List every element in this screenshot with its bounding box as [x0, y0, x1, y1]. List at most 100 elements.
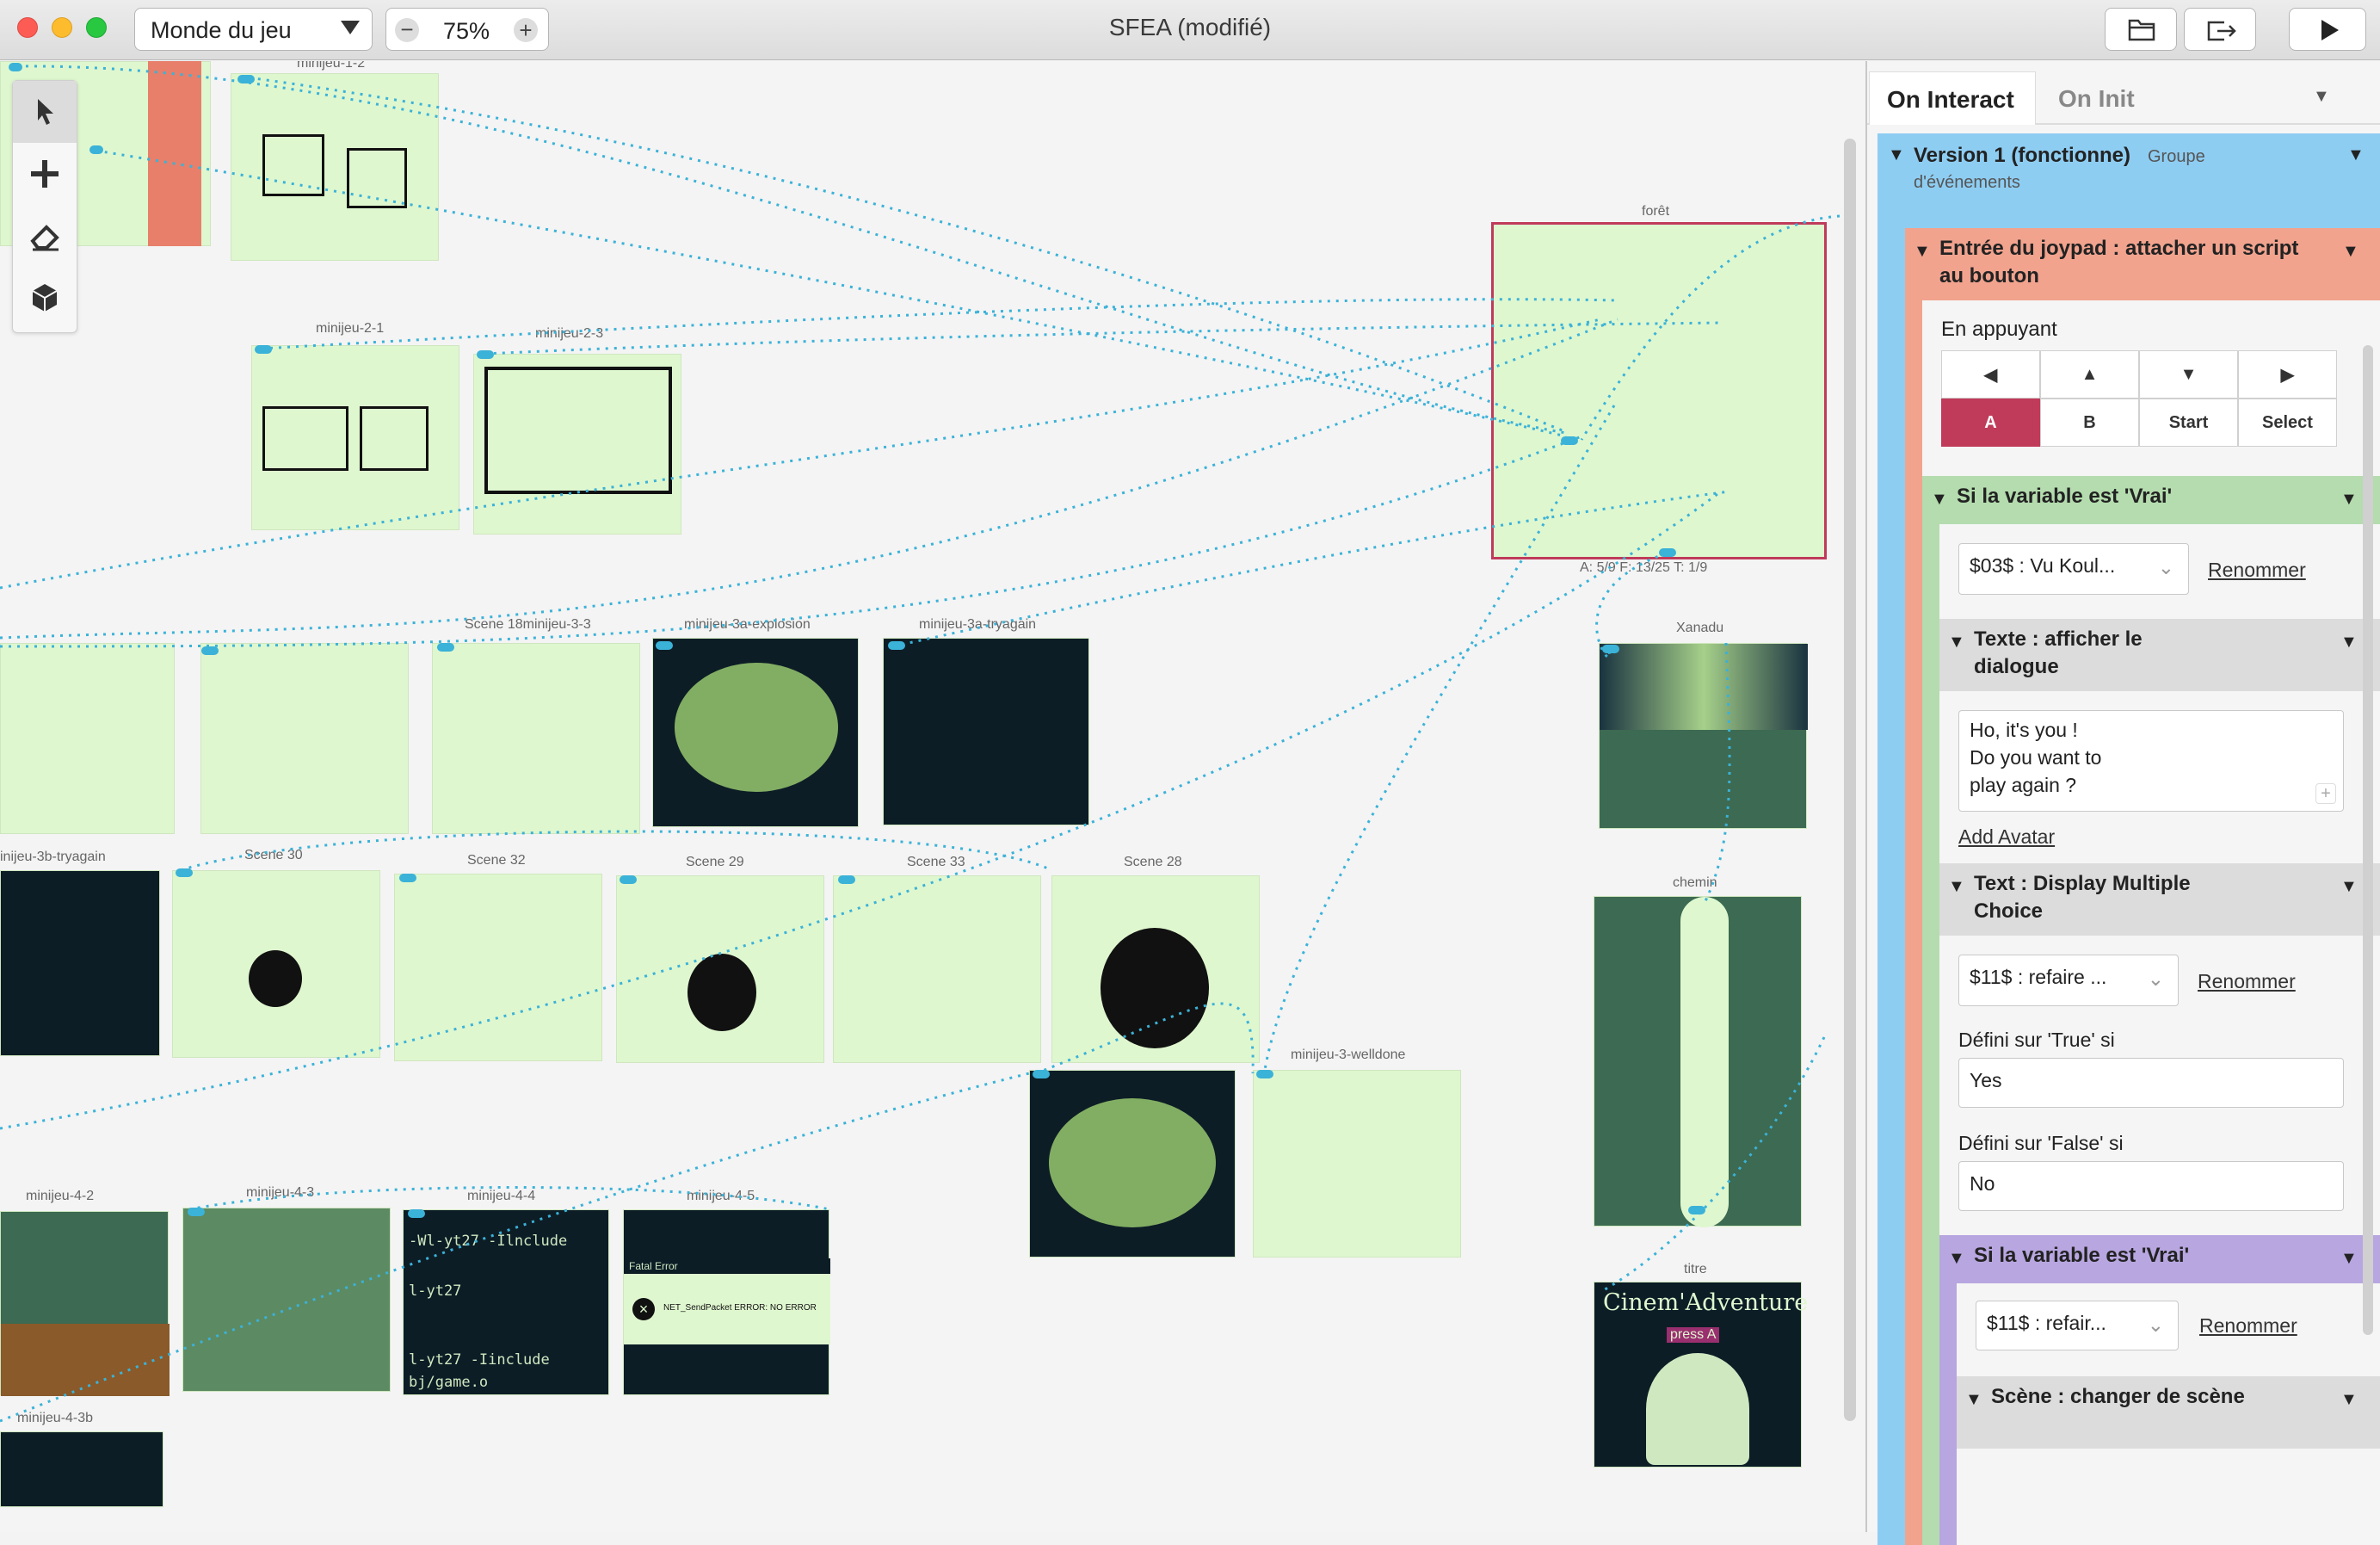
- title-bar: Monde du jeu − 75% + SFEA (modifié): [0, 0, 2380, 60]
- scene-minijeu-2-1[interactable]: [251, 345, 459, 530]
- if2-variable-select[interactable]: $11$ : refair... ⌄: [1976, 1301, 2179, 1350]
- select-tool-button[interactable]: [13, 81, 77, 143]
- cube-icon: [32, 284, 58, 312]
- joypad-left-button[interactable]: ◀: [1941, 350, 2040, 399]
- dialogue-body: Ho, it's you ! Do you want to play again…: [1939, 691, 2380, 1545]
- scene-label: Scene 28: [1124, 855, 1182, 869]
- joypad-a-button[interactable]: A: [1941, 399, 2040, 447]
- true-option-input[interactable]: Yes: [1958, 1058, 2344, 1108]
- if2-collapse-icon[interactable]: ▼: [1948, 1249, 1965, 1269]
- script-editor-panel: On Interact On Init ▼ ▼ Version 1 (fonct…: [1865, 61, 2380, 1545]
- dialogue-collapse-icon[interactable]: ▼: [1948, 633, 1965, 652]
- error-message: NET_SendPacket ERROR: NO ERROR: [663, 1303, 817, 1313]
- joypad-label: En appuyant: [1941, 318, 2057, 341]
- if-variable-event: ▼ Si la variable est 'Vrai' ▼ $03$ : Vu …: [1922, 476, 2380, 1545]
- cursor-icon: [38, 99, 53, 125]
- rename-variable-link[interactable]: Renommer: [2208, 559, 2306, 582]
- tabs-menu-icon[interactable]: ▼: [2313, 87, 2330, 107]
- scene-label: Scene 33: [907, 855, 965, 869]
- scene-titre[interactable]: Cinem'Adventure press A: [1594, 1282, 1808, 1468]
- group-subtitle: Groupe: [2148, 147, 2205, 166]
- if-menu-icon[interactable]: ▼: [2340, 490, 2358, 510]
- scene-label: Scene 18minijeu-3-3: [465, 617, 591, 632]
- rename-if2-variable-link[interactable]: Renommer: [2199, 1314, 2297, 1338]
- scene-change-menu-icon[interactable]: ▼: [2340, 1390, 2358, 1410]
- dialogue-menu-icon[interactable]: ▼: [2340, 633, 2358, 652]
- scene-minijeu-4-4[interactable]: -Wl-yt27 -Ilnclude l-yt27 l-yt27 -Iinclu…: [403, 1209, 609, 1395]
- rename-choice-variable-link[interactable]: Renommer: [2198, 970, 2296, 993]
- event-group: ▼ Version 1 (fonctionne) Groupe d'événem…: [1877, 133, 2380, 1545]
- scene-minijeu-3a-tryagain[interactable]: [883, 638, 1089, 825]
- if2-menu-icon[interactable]: ▼: [2340, 1249, 2358, 1269]
- eraser-tool-button[interactable]: [13, 205, 77, 267]
- scene-label: minijeu-4-3b: [17, 1411, 94, 1425]
- joypad-b-button[interactable]: B: [2040, 399, 2139, 447]
- window-title: SFEA (modifié): [1108, 14, 1272, 40]
- scene-30[interactable]: [172, 870, 380, 1058]
- scene-change-title: Scène : changer de scène: [1991, 1385, 2245, 1408]
- add-tool-button[interactable]: [13, 143, 77, 205]
- variable-select[interactable]: $03$ : Vu Koul... ⌄: [1958, 543, 2189, 595]
- scene-stats: A: 5/9 F: 13/25 T: 1/9: [1580, 560, 1708, 575]
- scene-minijeu-4-3b[interactable]: [0, 1431, 163, 1507]
- export-button[interactable]: [2184, 8, 2256, 51]
- scene-explosion-2[interactable]: [1029, 1070, 1236, 1258]
- choice-variable-value: $11$ : refaire ...: [1970, 966, 2107, 988]
- titre-logo: Cinem'Adventure: [1603, 1289, 1809, 1316]
- panel-scrollbar[interactable]: [2363, 345, 2373, 1335]
- choice-menu-icon[interactable]: ▼: [2340, 877, 2358, 897]
- joypad-start-button[interactable]: Start: [2139, 399, 2238, 447]
- group-menu-icon[interactable]: ▼: [2347, 145, 2365, 165]
- if-collapse-icon[interactable]: ▼: [1931, 490, 1948, 510]
- joypad-down-button[interactable]: ▼: [2139, 350, 2238, 399]
- if-title: Si la variable est 'Vrai': [1957, 485, 2173, 508]
- if-variable-event-2: ▼ Si la variable est 'Vrai' ▼ $11$ : ref…: [1939, 1235, 2380, 1545]
- choice-variable-select[interactable]: $11$ : refaire ... ⌄: [1958, 955, 2179, 1006]
- joypad-right-button[interactable]: ▶: [2238, 350, 2337, 399]
- scene-xanadu[interactable]: [1599, 643, 1808, 829]
- scene-28[interactable]: [1051, 875, 1260, 1063]
- code-line: bj/game.o: [409, 1374, 489, 1391]
- run-game-button[interactable]: [2289, 8, 2366, 51]
- dialogue-title: Texte : afficher le dialogue: [1974, 627, 2143, 678]
- dialogue-textarea[interactable]: Ho, it's you ! Do you want to play again…: [1958, 710, 2344, 812]
- false-option-input[interactable]: No: [1958, 1161, 2344, 1211]
- scene-foret-selected[interactable]: [1491, 222, 1827, 559]
- add-avatar-link[interactable]: Add Avatar: [1958, 825, 2055, 849]
- if2-title: Si la variable est 'Vrai': [1974, 1244, 2190, 1267]
- variable-select-value: $03$ : Vu Koul...: [1970, 554, 2116, 577]
- scene-minijeu-4-3[interactable]: [182, 1208, 391, 1392]
- scene-minijeu-3-welldone[interactable]: [1253, 1070, 1461, 1258]
- if-body: $03$ : Vu Koul... ⌄ Renommer ▼ Texte : a…: [1939, 524, 2380, 1545]
- joypad-select-button[interactable]: Select: [2238, 399, 2337, 447]
- scene-18[interactable]: [432, 643, 640, 834]
- scene-partial-row3[interactable]: [0, 643, 175, 834]
- scene-minijeu-3a-explosion[interactable]: [652, 638, 859, 827]
- choice-collapse-icon[interactable]: ▼: [1948, 877, 1965, 897]
- world-canvas[interactable]: minijeu-1-2 minijeu-2-1 minijeu-2-3 Scen…: [0, 61, 1865, 1532]
- plus-icon: [31, 160, 59, 188]
- add-line-icon[interactable]: +: [2315, 783, 2336, 804]
- joypad-collapse-icon[interactable]: ▼: [1914, 242, 1931, 262]
- open-folder-button[interactable]: [2105, 8, 2177, 51]
- scene-row3-b[interactable]: [200, 643, 409, 834]
- vertical-scrollbar[interactable]: [1844, 139, 1856, 1421]
- scene-29[interactable]: [616, 875, 824, 1063]
- tab-on-init[interactable]: On Init: [2048, 71, 2203, 125]
- scene-33[interactable]: [833, 875, 1041, 1063]
- scene-minijeu-4-5[interactable]: Fatal Error × NET_SendPacket ERROR: NO E…: [623, 1209, 830, 1395]
- actor-tool-button[interactable]: [13, 267, 77, 329]
- scene-minijeu-1-2[interactable]: [231, 73, 439, 261]
- group-collapse-icon[interactable]: ▼: [1888, 145, 1905, 165]
- scene-chemin[interactable]: [1594, 896, 1802, 1227]
- scene-minijeu-3b-tryagain[interactable]: [0, 870, 160, 1056]
- dialogue-line: Do you want to: [1970, 746, 2102, 769]
- scene-minijeu-2-3[interactable]: [473, 354, 681, 535]
- joypad-up-button[interactable]: ▲: [2040, 350, 2139, 399]
- scene-label: minijeu-1-2: [297, 61, 366, 71]
- tab-on-interact[interactable]: On Interact: [1869, 71, 2036, 125]
- scene-32[interactable]: [394, 874, 602, 1061]
- scene-minijeu-4-2[interactable]: [0, 1211, 170, 1396]
- joypad-menu-icon[interactable]: ▼: [2342, 242, 2359, 262]
- scene-change-collapse-icon[interactable]: ▼: [1965, 1390, 1982, 1410]
